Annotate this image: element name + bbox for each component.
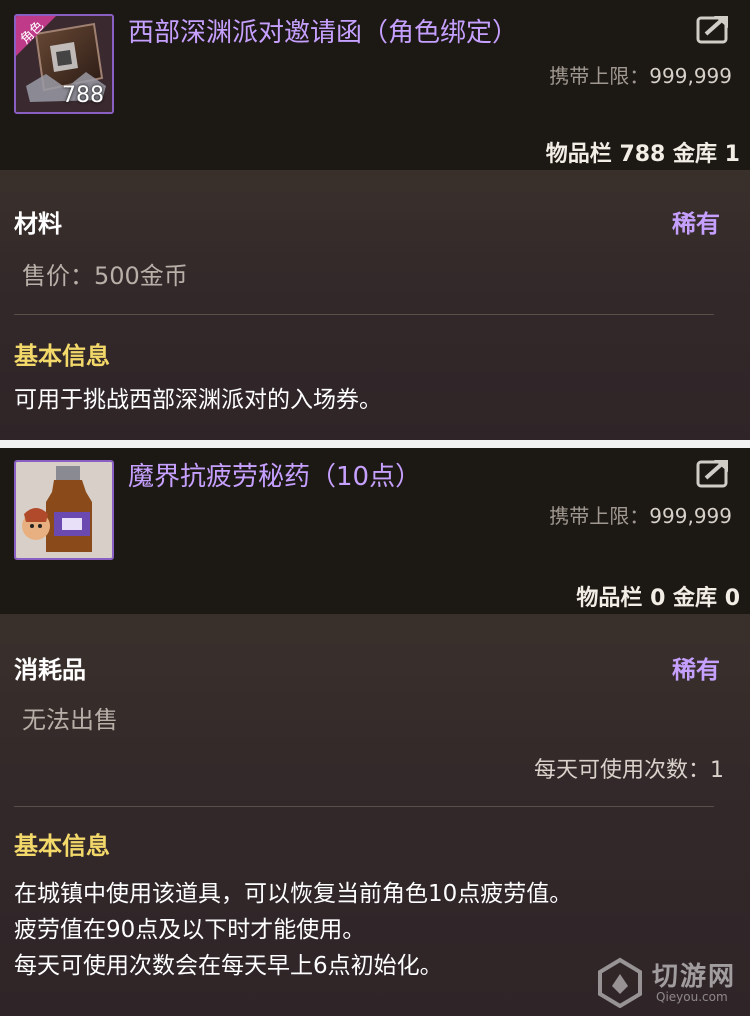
item-description: 在城镇中使用该道具，可以恢复当前角色10点疲劳值。 疲劳值在90点及以下时才能使…: [14, 876, 572, 984]
item-category: 材料: [14, 210, 62, 238]
watermark-text: 切游网: [652, 962, 737, 992]
tooltip-header: 角色 788 西部深渊派对邀请函（角色绑定） 携带上限：999,999 物品栏 …: [0, 0, 750, 170]
item-title: 魔界抗疲劳秘药（10点）: [128, 462, 422, 492]
description-line: 可用于挑战西部深渊派对的入场券。: [14, 387, 382, 413]
share-icon[interactable]: [696, 12, 732, 44]
description-line: 每天可使用次数会在每天早上6点初始化。: [14, 953, 443, 979]
sell-status: 无法出售: [22, 706, 118, 734]
description-line: 在城镇中使用该道具，可以恢复当前角色10点疲劳值。: [14, 881, 573, 907]
item-tooltip-invitation: 角色 788 西部深渊派对邀请函（角色绑定） 携带上限：999,999 物品栏 …: [0, 0, 750, 440]
description-line: 疲劳值在90点及以下时才能使用。: [14, 917, 366, 943]
section-title: 基本信息: [14, 832, 110, 860]
item-rarity: 稀有: [672, 656, 720, 684]
potion-bottle-icon: [16, 462, 112, 558]
item-rarity: 稀有: [672, 210, 720, 238]
watermark-logo-icon: [598, 957, 642, 1008]
item-icon-frame[interactable]: [14, 460, 114, 560]
carry-limit-value: 999,999: [649, 504, 732, 528]
stock-count: 物品栏 0 金库 0: [576, 586, 740, 611]
tooltip-body: 材料 稀有 售价：500金币 基本信息 可用于挑战西部深渊派对的入场券。: [0, 170, 750, 440]
share-icon[interactable]: [696, 456, 732, 488]
stock-count: 物品栏 788 金库 1: [545, 142, 740, 167]
section-title: 基本信息: [14, 342, 110, 370]
carry-limit: 携带上限：999,999: [549, 500, 732, 529]
tooltip-header: 魔界抗疲劳秘药（10点） 携带上限：999,999 物品栏 0 金库 0: [0, 448, 750, 614]
carry-limit-label: 携带上限：: [549, 64, 650, 88]
item-count: 788: [62, 83, 104, 108]
daily-use-limit: 每天可使用次数：1: [534, 758, 724, 783]
divider: [14, 806, 714, 807]
site-watermark: 切游网 Qieyou.com: [594, 954, 744, 1010]
divider: [14, 314, 714, 315]
carry-limit-label: 携带上限：: [549, 504, 650, 528]
carry-limit-value: 999,999: [649, 64, 732, 88]
card-separator: [0, 440, 750, 448]
item-description: 可用于挑战西部深渊派对的入场券。: [14, 382, 382, 418]
carry-limit: 携带上限：999,999: [549, 60, 732, 89]
item-tooltip-potion: 魔界抗疲劳秘药（10点） 携带上限：999,999 物品栏 0 金库 0 消耗品…: [0, 448, 750, 1016]
item-title: 西部深渊派对邀请函（角色绑定）: [128, 18, 519, 48]
sell-price: 售价：500金币: [22, 262, 188, 290]
item-icon-frame[interactable]: 角色 788: [14, 14, 114, 114]
watermark-url: Qieyou.com: [656, 990, 728, 1004]
item-category: 消耗品: [14, 656, 86, 684]
